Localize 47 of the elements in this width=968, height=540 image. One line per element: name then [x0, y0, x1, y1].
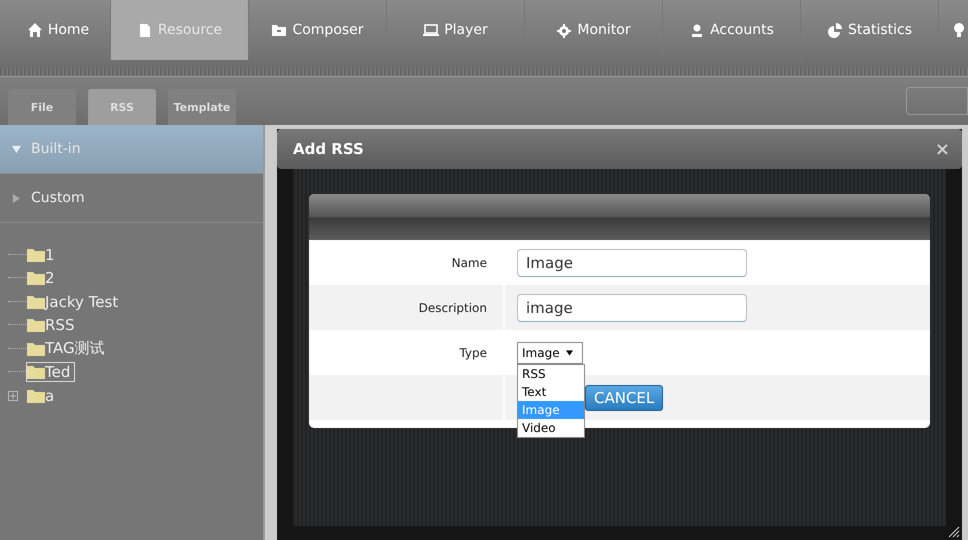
nav-tab[interactable]: Player: [387, 0, 525, 60]
triangle-down-icon: [12, 144, 21, 154]
lightbulb-icon: [951, 22, 967, 38]
folder-icon: [271, 22, 288, 38]
folder-icon: [27, 342, 45, 356]
nav-tab[interactable]: Statistics: [801, 0, 939, 60]
tree-item[interactable]: Ted: [26, 362, 76, 382]
section-label: Custom: [31, 190, 85, 206]
accordion-header[interactable]: Custom: [0, 174, 263, 223]
folder-icon: [27, 365, 45, 380]
dropdown-option[interactable]: Text: [518, 382, 584, 400]
tree-item[interactable]: a: [26, 386, 60, 406]
gear-icon: [556, 22, 572, 38]
nav-tab[interactable]: Composer: [249, 0, 387, 60]
cancel-button[interactable]: CANCEL: [585, 384, 664, 410]
folder-icon: [27, 271, 45, 286]
dropdown-option[interactable]: RSS: [518, 364, 584, 382]
search-field[interactable]: [906, 87, 968, 115]
folder-icon: [27, 318, 45, 332]
text-field[interactable]: Image: [517, 248, 747, 276]
triangle-right-icon: [12, 194, 21, 202]
section-label: Built-in: [31, 141, 81, 157]
sub-tab[interactable]: RSS: [88, 89, 156, 125]
dialog-title: Add RSS: [293, 140, 364, 158]
field-label: Description: [309, 285, 505, 330]
resize-grip-icon[interactable]: [948, 526, 960, 538]
dropdown-option[interactable]: Video: [518, 418, 584, 436]
folder-icon: [27, 294, 45, 309]
text-field[interactable]: image: [517, 294, 747, 322]
laptop-icon: [423, 22, 440, 38]
caret-icon: [566, 350, 573, 356]
tree-item[interactable]: Jacky Test: [26, 292, 124, 312]
nav-tab[interactable]: Accounts: [663, 0, 801, 60]
tree-item[interactable]: TAG测试: [26, 338, 110, 360]
folder-icon: [27, 388, 45, 403]
tree-item[interactable]: 2: [26, 268, 60, 288]
tree-item[interactable]: RSS: [26, 315, 80, 336]
sub-tab[interactable]: Template: [168, 89, 236, 125]
dropdown-option[interactable]: Image: [518, 400, 584, 418]
nav-tab[interactable]: Monitor: [525, 0, 663, 60]
close-button[interactable]: ×: [934, 138, 950, 160]
type-dropdown[interactable]: Image: [517, 342, 583, 364]
home-icon: [26, 22, 43, 38]
sub-tab[interactable]: File: [8, 89, 76, 125]
folder-icon: [27, 248, 45, 262]
pie-chart-icon: [827, 22, 843, 38]
tree-item[interactable]: 1: [26, 244, 60, 265]
